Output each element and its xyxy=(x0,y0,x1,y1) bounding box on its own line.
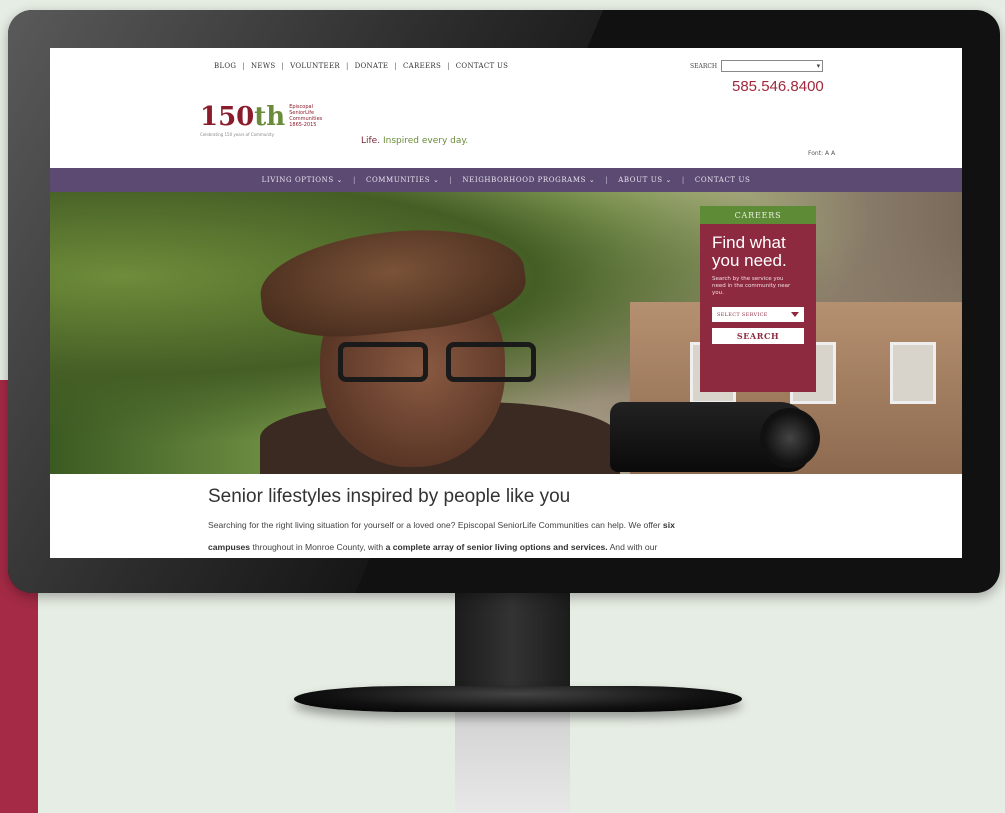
page-title: Senior lifestyles inspired by people lik… xyxy=(208,486,571,507)
main-nav: LIVING OPTIONS ⌄ | COMMUNITIES ⌄ | NEIGHBO… xyxy=(50,168,962,192)
logo-tagline: Celebrating 150 years of Community xyxy=(200,132,274,137)
search-area: SEARCH ▾ xyxy=(690,60,824,72)
utility-nav: BLOG | NEWS | VOLUNTEER | DONATE | CAREERS | … xyxy=(214,62,509,70)
life-tagline-rest: Inspired every day. xyxy=(382,136,469,146)
logo[interactable]: 150th Episcopal SeniorLife Communities 1… xyxy=(200,104,325,130)
intro-bold-2: campuses xyxy=(208,542,251,552)
life-tagline-lead: Life. xyxy=(361,136,381,146)
glasses xyxy=(328,342,538,382)
careers-tab[interactable]: CAREERS xyxy=(700,206,816,224)
logo-suffix: th xyxy=(254,102,286,132)
hero-image: CAREERS Find what you need. Search by th… xyxy=(50,192,962,474)
nav-contact-us[interactable]: CONTACT US xyxy=(695,176,751,184)
select-service-dropdown[interactable]: SELECT SERVICE xyxy=(712,307,804,322)
monitor-stand xyxy=(455,590,570,690)
logo-number: 150 xyxy=(200,102,255,132)
intro-text-3: And with our xyxy=(609,542,658,552)
finder-text: Search by the service you need in the co… xyxy=(712,276,791,296)
utility-link-blog[interactable]: BLOG xyxy=(214,62,236,70)
logo-years: 1865-2015 xyxy=(289,122,317,128)
camera xyxy=(610,402,820,472)
intro-bold-3: a complete array of senior living option… xyxy=(385,542,608,552)
search-label: SEARCH xyxy=(690,62,718,70)
logo-org: Episcopal SeniorLife Communities xyxy=(289,104,323,122)
nav-about-us[interactable]: ABOUT US ⌄ xyxy=(618,176,672,184)
website-screen: BLOG | NEWS | VOLUNTEER | DONATE | CAREERS | … xyxy=(50,48,962,558)
intro-paragraph: Searching for the right living situation… xyxy=(208,514,848,558)
finder-heading: Find what you need. xyxy=(712,233,787,270)
utility-link-donate[interactable]: DONATE xyxy=(355,62,389,70)
font-size-control[interactable]: Font: A A xyxy=(808,150,835,157)
service-finder: Find what you need. Search by the servic… xyxy=(700,224,816,392)
utility-link-careers[interactable]: CAREERS xyxy=(403,62,441,70)
chevron-down-icon xyxy=(791,312,799,317)
select-service-label: SELECT SERVICE xyxy=(717,311,768,318)
intro-text-2: throughout in Monroe County, with xyxy=(252,542,384,552)
nav-communities[interactable]: COMMUNITIES ⌄ xyxy=(366,176,439,184)
search-input[interactable]: ▾ xyxy=(721,60,824,72)
intro-text-1: Searching for the right living situation… xyxy=(208,520,661,530)
search-button[interactable]: SEARCH xyxy=(712,328,804,344)
intro-bold-1: six xyxy=(662,520,675,530)
dropdown-arrow-icon[interactable]: ▾ xyxy=(817,61,821,71)
monitor: BLOG | NEWS | VOLUNTEER | DONATE | CAREERS | … xyxy=(8,10,1000,593)
utility-link-volunteer[interactable]: VOLUNTEER xyxy=(290,62,340,70)
life-tagline: Life. Inspired every day. xyxy=(361,136,468,146)
monitor-stand-reflection xyxy=(455,712,570,813)
nav-neighborhood-programs[interactable]: NEIGHBORHOOD PROGRAMS ⌄ xyxy=(462,176,595,184)
utility-link-contact[interactable]: CONTACT US xyxy=(456,62,509,70)
nav-living-options[interactable]: LIVING OPTIONS ⌄ xyxy=(262,176,343,184)
monitor-base xyxy=(294,686,742,712)
utility-link-news[interactable]: NEWS xyxy=(251,62,275,70)
phone-number[interactable]: 585.546.8400 xyxy=(732,78,824,95)
